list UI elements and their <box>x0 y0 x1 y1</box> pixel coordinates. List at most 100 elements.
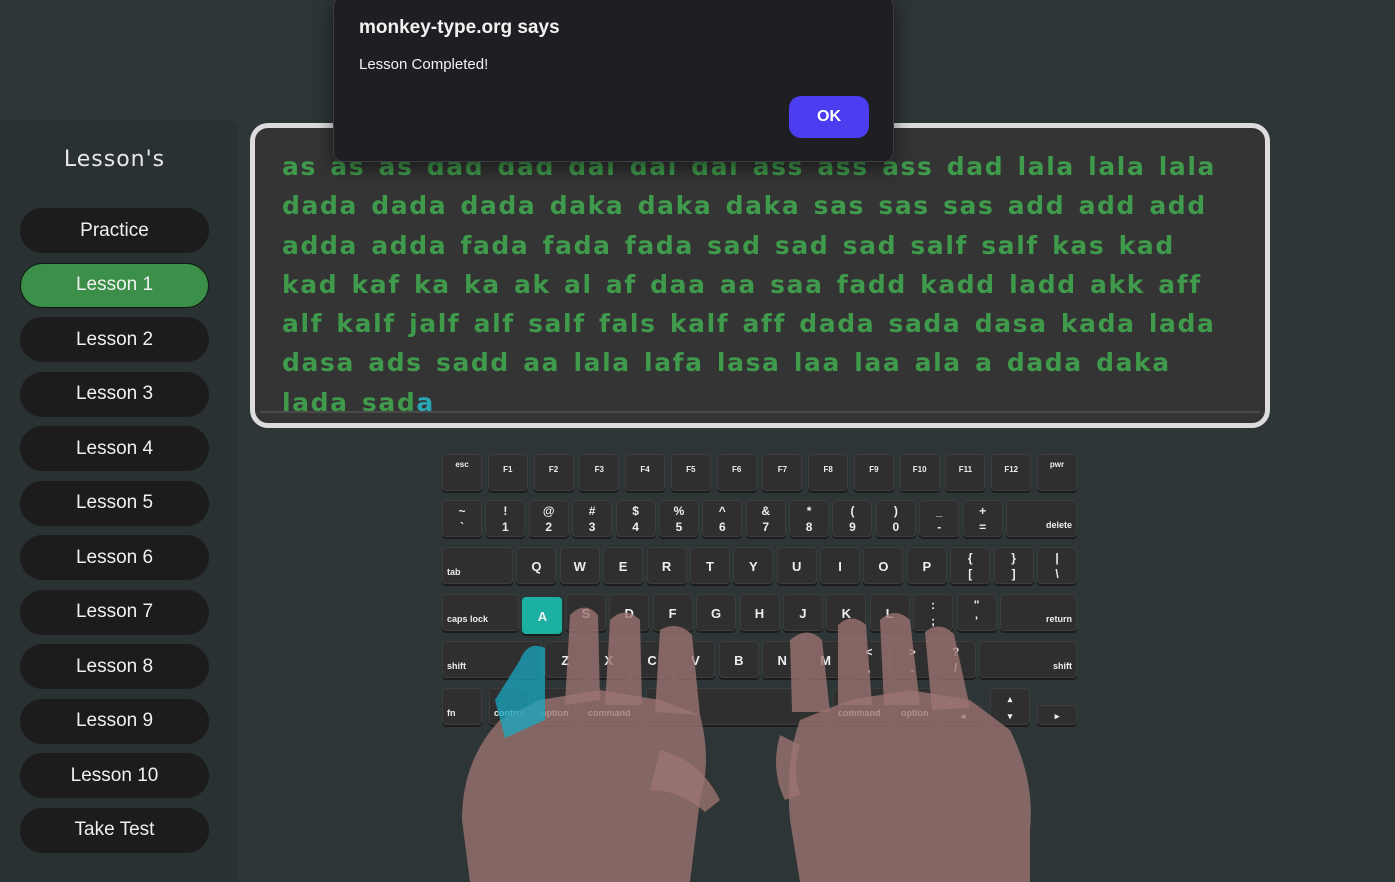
key-k[interactable]: K <box>826 594 867 631</box>
key-z[interactable]: Z <box>545 641 586 678</box>
key-5[interactable]: % 5 <box>658 500 699 537</box>
key-shift-symbol: ! <box>503 504 508 518</box>
key-f1[interactable]: F1 <box>487 454 528 491</box>
key-esc[interactable]: esc <box>442 454 482 491</box>
key-space[interactable] <box>646 688 826 725</box>
key-label: H <box>754 606 765 621</box>
key-control[interactable]: control <box>489 688 529 725</box>
key-tab[interactable]: tab <box>442 547 513 584</box>
key-label: option <box>541 708 569 718</box>
key-f7[interactable]: F7 <box>762 454 803 491</box>
key-r[interactable]: R <box>646 547 687 584</box>
key-s[interactable]: S <box>565 594 606 631</box>
key-c[interactable]: C <box>632 641 673 678</box>
key-shift-symbol: ~ <box>458 504 466 518</box>
key-g[interactable]: G <box>696 594 737 631</box>
key-4[interactable]: $4 <box>615 500 656 537</box>
key-symbol: . <box>910 661 914 675</box>
key-f5[interactable]: F5 <box>670 454 711 491</box>
key-slash[interactable]: ? / <box>935 641 976 678</box>
key-f11[interactable]: F11 <box>945 454 986 491</box>
key-label: option <box>901 708 929 718</box>
key-f[interactable]: F <box>652 594 693 631</box>
key-x[interactable]: X <box>588 641 629 678</box>
key-shift-symbol: * <box>806 504 812 518</box>
key-symbol: - <box>937 520 942 534</box>
key-right-arrow[interactable]: ▸ <box>1037 705 1077 725</box>
key-f8[interactable]: F8 <box>808 454 849 491</box>
key-fn[interactable]: fn <box>442 688 482 725</box>
key-quote[interactable]: " ' <box>956 594 997 631</box>
key-e[interactable]: E <box>603 547 644 584</box>
key-shift-symbol: ) <box>893 504 898 518</box>
key-delete[interactable]: delete <box>1006 500 1077 537</box>
dialog-title: monkey-type.org says <box>359 17 560 38</box>
key-f12[interactable]: F12 <box>991 454 1032 491</box>
key-u[interactable]: U <box>776 547 817 584</box>
key-7[interactable]: & 7 <box>745 500 786 537</box>
key-label: return <box>1045 614 1072 624</box>
key-d[interactable]: D <box>609 594 650 631</box>
key-3[interactable]: #3 <box>572 500 613 537</box>
key-p[interactable]: P <box>906 547 947 584</box>
key-f3[interactable]: F3 <box>579 454 620 491</box>
key-f6[interactable]: F6 <box>716 454 757 491</box>
key-option-left[interactable]: option <box>536 688 576 725</box>
key-0[interactable]: ) 0 <box>875 500 916 537</box>
key-shift-symbol: _ <box>935 504 943 518</box>
key-period[interactable]: >. <box>892 641 933 678</box>
key-command-left[interactable]: command <box>583 688 639 725</box>
key-left-arrow[interactable]: ◂ <box>943 705 983 725</box>
key-shift-left[interactable]: shift <box>442 641 542 678</box>
key-1[interactable]: ! 1 <box>485 500 526 537</box>
key-shift-right[interactable]: shift <box>979 641 1077 678</box>
key-minus[interactable]: _ - <box>919 500 960 537</box>
key-option-right[interactable]: option <box>896 688 936 725</box>
key-label: I <box>838 559 842 574</box>
key-i[interactable]: I <box>820 547 861 584</box>
key-6[interactable]: ^ 6 <box>702 500 743 537</box>
key-a[interactable]: A <box>522 597 563 634</box>
key-t[interactable]: T <box>689 547 730 584</box>
key-comma[interactable]: <, <box>848 641 889 678</box>
key-9[interactable]: (9 <box>832 500 873 537</box>
key-right-bracket[interactable]: }] <box>993 547 1034 584</box>
key-caps-lock[interactable]: caps lock <box>442 594 519 631</box>
key-l[interactable]: L <box>869 594 910 631</box>
key-f4[interactable]: F4 <box>625 454 666 491</box>
key-semicolon[interactable]: :; <box>913 594 954 631</box>
key-n[interactable]: N <box>762 641 803 678</box>
arrow-right-icon: ▸ <box>1054 711 1060 721</box>
ok-button[interactable]: OK <box>789 96 869 138</box>
key-q[interactable]: Q <box>516 547 557 584</box>
key-equals[interactable]: + = <box>962 500 1003 537</box>
key-m[interactable]: M <box>805 641 846 678</box>
key-label: Z <box>561 653 570 668</box>
key-w[interactable]: W <box>559 547 600 584</box>
key-label: P <box>922 559 932 574</box>
key-v[interactable]: V <box>675 641 716 678</box>
key-left-bracket[interactable]: {[ <box>950 547 991 584</box>
key-symbol: 9 <box>849 520 856 534</box>
key-j[interactable]: J <box>782 594 823 631</box>
key-backtick[interactable]: ~ ` <box>442 500 482 537</box>
key-pwr[interactable]: pwr <box>1037 454 1077 491</box>
key-8[interactable]: * 8 <box>789 500 830 537</box>
key-command-right[interactable]: command <box>833 688 889 725</box>
key-h[interactable]: H <box>739 594 780 631</box>
key-y[interactable]: Y <box>733 547 774 584</box>
key-shift-symbol: | <box>1055 551 1059 565</box>
key-f2[interactable]: F2 <box>533 454 574 491</box>
key-f10[interactable]: F10 <box>899 454 940 491</box>
key-label: T <box>705 559 714 574</box>
key-return[interactable]: return <box>1000 594 1077 631</box>
key-symbol: ] <box>1011 567 1016 581</box>
key-label: control <box>494 708 525 718</box>
up-down-arrow-keys[interactable]: ▴ ▾ <box>990 688 1030 725</box>
key-2[interactable]: @2 <box>528 500 569 537</box>
key-o[interactable]: O <box>863 547 904 584</box>
key-f9[interactable]: F9 <box>853 454 894 491</box>
key-b[interactable]: B <box>718 641 759 678</box>
key-backslash[interactable]: | \ <box>1037 547 1077 584</box>
key-symbol: 0 <box>892 520 900 534</box>
